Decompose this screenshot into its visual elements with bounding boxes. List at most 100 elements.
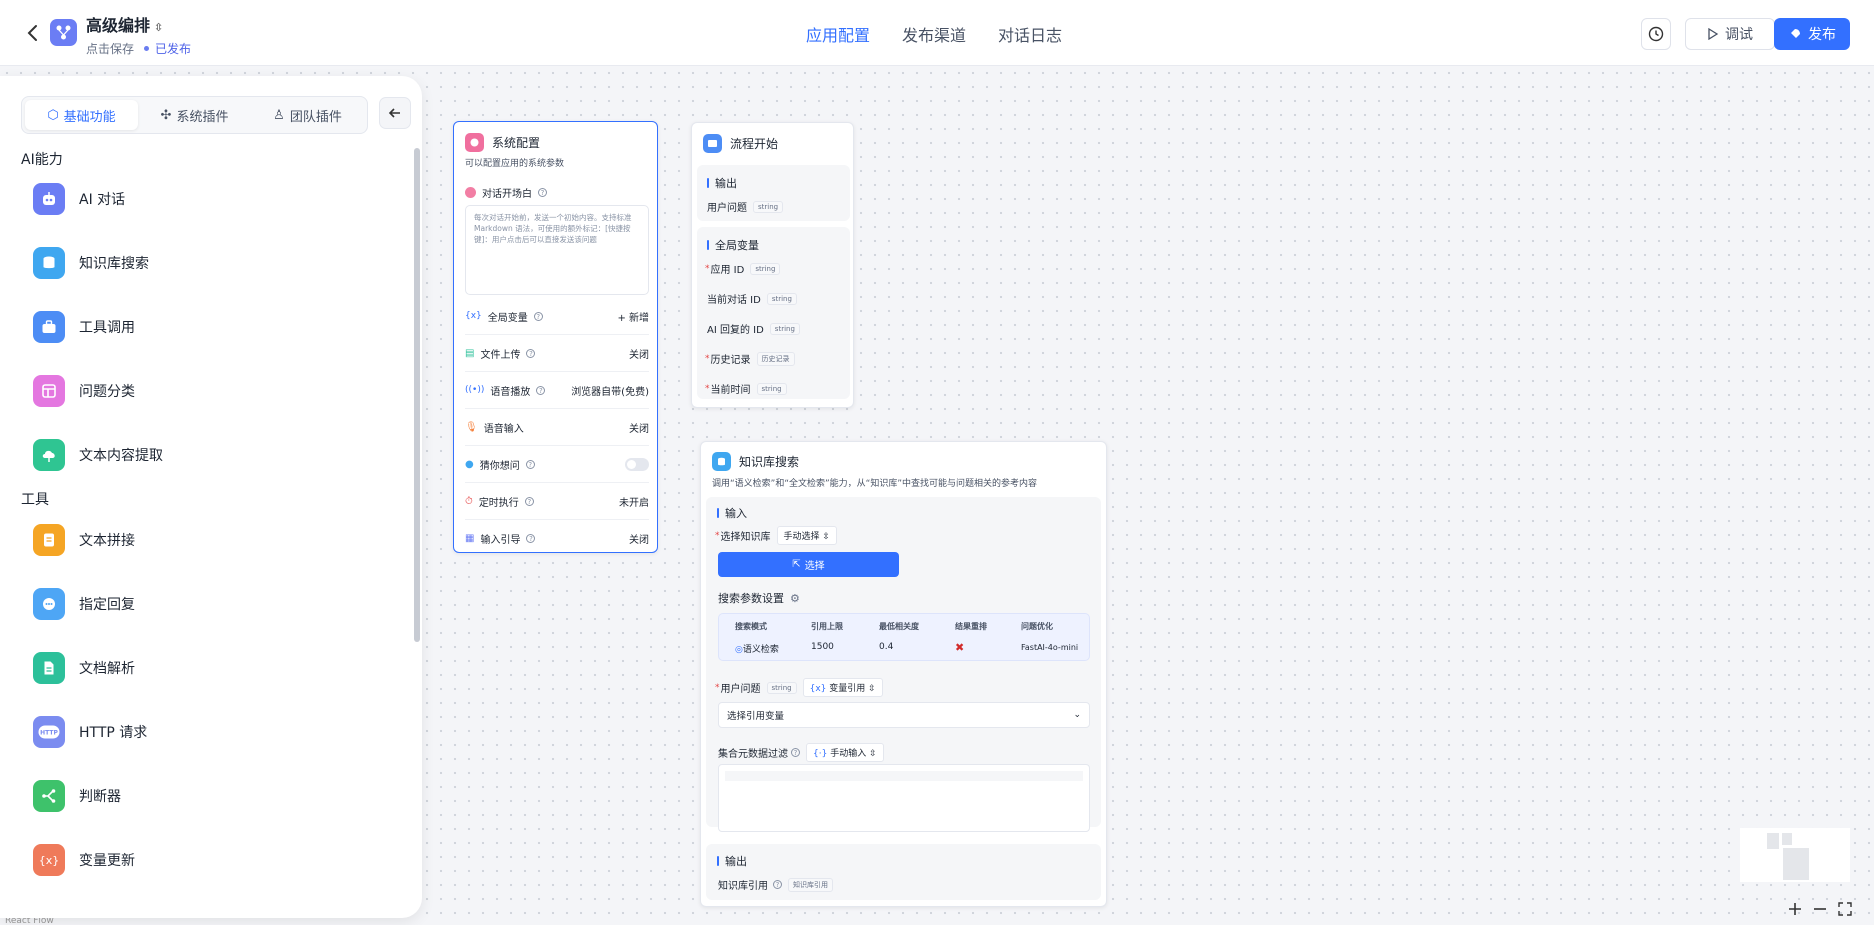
clock-icon	[1648, 26, 1664, 42]
type-tag: string	[769, 322, 800, 335]
node-system-config[interactable]: 系统配置 可以配置应用的系统参数 对话开场白? 每次对话开始前，发送一个初始内容…	[453, 121, 658, 553]
global-var: * 应用 ID string	[705, 261, 781, 276]
row-value: 关闭	[629, 535, 649, 546]
back-arrow-icon[interactable]	[20, 20, 46, 46]
filter-mode-select[interactable]: {·} 手动输入 ⇳	[806, 743, 884, 762]
params-header: 最低相关度	[879, 622, 919, 631]
layout-icon	[33, 375, 65, 407]
sidebar-tabs: ⬡ 基础功能 ✣ 系统插件 ♙ 团队插件	[21, 96, 368, 134]
node-kb-search[interactable]: 知识库搜索 调用“语义检索”和“全文检索”能力，从“知识库”中查找可能与问题相关…	[700, 441, 1107, 907]
field-label: 当前对话 ID	[707, 295, 761, 306]
row-voice-play[interactable]: ((•)) 语音播放? 浏览器自带(免费)	[465, 372, 649, 409]
fit-view-button[interactable]	[1836, 900, 1854, 918]
node-library-sidebar: ⬡ 基础功能 ✣ 系统插件 ♙ 团队插件 AI能力 AI 对话 知识库搜索 工具调用 …	[0, 76, 422, 918]
tab-team-plugins[interactable]: ♙ 团队插件	[251, 100, 364, 130]
type-tag: 历史记录	[756, 351, 795, 366]
params-value: 0.4	[879, 642, 894, 652]
sidebar-item-question-classify[interactable]: 问题分类	[33, 371, 393, 411]
app-title-text: 高级编排	[86, 16, 151, 35]
row-label: 语音播放	[490, 386, 531, 398]
row-global-vars[interactable]: {x} 全局变量? + 新增	[465, 298, 649, 335]
type-tag: string	[753, 200, 784, 213]
tab-publish-channel[interactable]: 发布渠道	[902, 22, 966, 46]
row-value[interactable]: + 新增	[617, 309, 649, 324]
user-icon: ♙	[273, 107, 285, 123]
sidebar-item-variable-update[interactable]: {x} 变量更新	[33, 840, 393, 880]
history-button[interactable]	[1641, 18, 1671, 50]
debug-button[interactable]: 调试	[1685, 18, 1775, 50]
field-label: 选择知识库	[720, 532, 771, 543]
row-input-guide[interactable]: ▦ 输入引导? 关闭	[465, 520, 649, 557]
save-hint: 点击保存	[86, 42, 135, 56]
node-desc: 可以配置应用的系统参数	[465, 159, 565, 169]
config-rows: {x} 全局变量? + 新增 ▤ 文件上传? 关闭 ((•)) 语音播放? 浏览器自带(免费…	[465, 298, 649, 557]
rerank-off-icon: ✖	[955, 641, 965, 654]
output-field: 用户问题 string	[707, 199, 784, 214]
sidebar-item-label: AI 对话	[79, 192, 126, 208]
broadcast-icon: ((•))	[465, 385, 485, 395]
app-title[interactable]: 高级编排 ⇳	[86, 12, 163, 36]
row-label: 语音输入	[483, 423, 524, 435]
rocket-icon	[1791, 29, 1800, 38]
sidebar-item-label: 指定回复	[79, 597, 135, 613]
node-header: 系统配置	[465, 133, 540, 152]
sidebar-item-kb-search[interactable]: 知识库搜索	[33, 243, 393, 283]
help-icon: ?	[524, 496, 534, 506]
kb-mode-select[interactable]: 手动选择 ⇳	[776, 526, 837, 545]
field-label: 用户问题	[707, 203, 747, 214]
field-label: AI 回复的 ID	[707, 325, 764, 336]
select-kb-button[interactable]: ⇱ 选择	[718, 552, 899, 577]
node-flow-start[interactable]: 流程开始 输出 用户问题 string 全局变量 * 应用 ID string 当前对…	[691, 122, 854, 408]
row-file-upload[interactable]: ▤ 文件上传? 关闭	[465, 335, 649, 372]
settings-gear-icon[interactable]: ⚙	[790, 592, 800, 605]
publish-status: 已发布	[144, 40, 191, 57]
row-label: 全局变量	[487, 312, 528, 324]
semantic-icon: ◎	[735, 645, 743, 655]
welcome-textarea[interactable]: 每次对话开始前，发送一个初始内容。支持标准 Markdown 语法，可使用的额外…	[465, 205, 649, 295]
row-label: 输入引导	[480, 535, 521, 546]
row-label: 定时执行	[478, 497, 519, 509]
type-tag: string	[766, 681, 797, 694]
node-desc: 调用“语义检索”和“全文检索”能力，从“知识库”中查找可能与问题相关的参考内容	[712, 479, 1037, 489]
variable-ref-select[interactable]: 选择引用变量 ⌄	[718, 702, 1090, 728]
sidebar-item-condition[interactable]: 判断器	[33, 776, 393, 816]
search-params-table[interactable]: 搜索模式 引用上限 最低相关度 结果重排 问题优化 ◎语义检索 1500 0.4…	[718, 613, 1090, 661]
metadata-filter-input[interactable]	[718, 764, 1090, 832]
sidebar-item-ai-chat[interactable]: AI 对话	[33, 179, 393, 219]
suggest-toggle[interactable]	[625, 457, 649, 471]
tab-chat-logs[interactable]: 对话日志	[998, 22, 1062, 46]
row-suggest-questions[interactable]: ● 猜你想问?	[465, 446, 649, 483]
row-scheduled[interactable]: ⏱ 定时执行? 未开启	[465, 483, 649, 520]
tab-system-label: 系统插件	[176, 109, 229, 125]
output-field: 知识库引用? 知识库引用	[718, 877, 833, 892]
sidebar-item-fixed-reply[interactable]: 指定回复	[33, 584, 393, 624]
user-q-mode-select[interactable]: {x} 变量引用 ⇳	[802, 678, 883, 697]
zoom-out-button[interactable]	[1811, 900, 1829, 918]
play-icon	[1708, 28, 1719, 40]
sidebar-scrollbar[interactable]	[414, 148, 420, 642]
sidebar-item-doc-parse[interactable]: 文档解析	[33, 648, 393, 688]
field-label: 当前时间	[710, 385, 751, 396]
sidebar-item-http[interactable]: HTTP HTTP 请求	[33, 712, 393, 752]
row-voice-input[interactable]: 🎙 语音输入 关闭	[465, 409, 649, 446]
zoom-in-button[interactable]	[1786, 900, 1804, 918]
sidebar-item-text-concat[interactable]: 文本拼接	[33, 520, 393, 560]
type-tag: string	[766, 292, 797, 305]
arrow-left-icon	[388, 108, 400, 118]
tab-basic-label: 基础功能	[63, 109, 116, 125]
collapse-sidebar-button[interactable]	[379, 97, 411, 129]
tab-app-config[interactable]: 应用配置	[806, 22, 870, 46]
sidebar-item-text-extract[interactable]: 文本内容提取	[33, 435, 393, 475]
help-icon: ?	[773, 880, 782, 889]
minimap[interactable]	[1740, 828, 1850, 882]
sidebar-item-label: 问题分类	[79, 384, 135, 400]
sidebar-item-tool-call[interactable]: 工具调用	[33, 307, 393, 347]
type-tag: string	[750, 262, 781, 275]
params-value: ◎语义检索	[735, 642, 779, 655]
field-label: 用户问题	[720, 684, 761, 695]
top-bar: 高级编排 ⇳ 点击保存 已发布 应用配置 发布渠道 对话日志 调试 发布	[0, 0, 1874, 66]
sidebar-item-label: 变量更新	[79, 853, 135, 869]
publish-button[interactable]: 发布	[1774, 18, 1850, 50]
tab-basic-functions[interactable]: ⬡ 基础功能	[25, 100, 138, 130]
tab-system-plugins[interactable]: ✣ 系统插件	[138, 100, 251, 130]
